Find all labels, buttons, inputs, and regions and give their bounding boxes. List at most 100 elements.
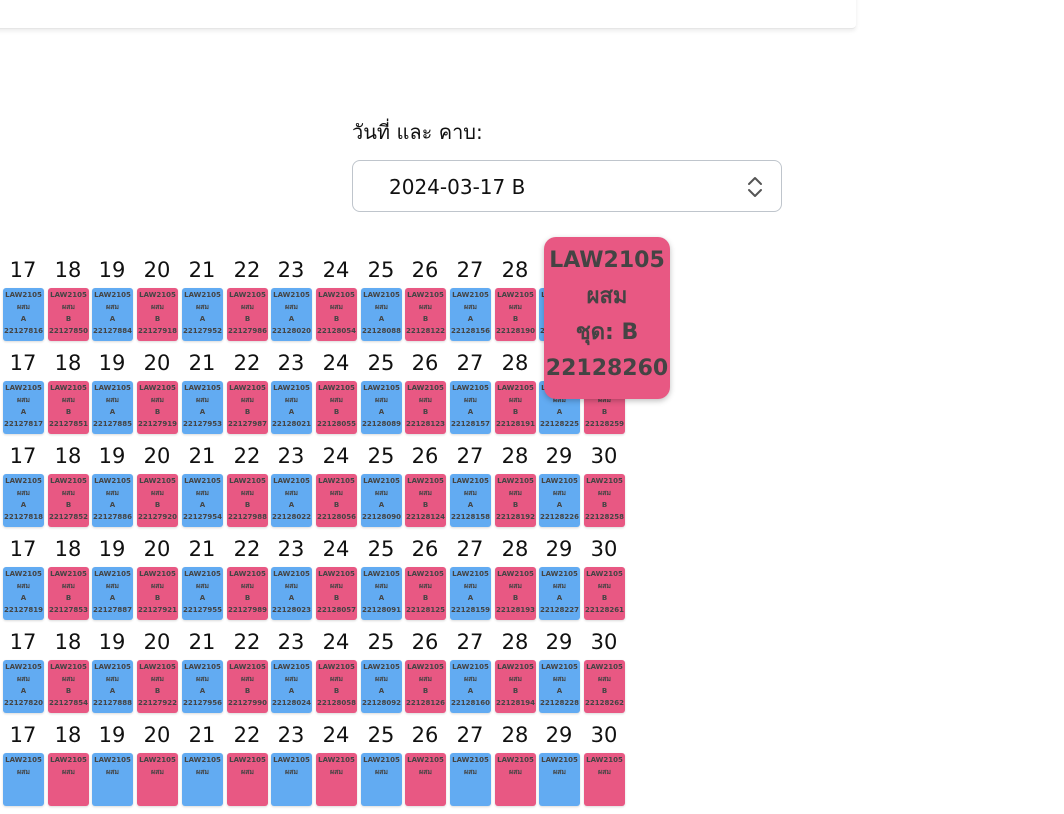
seat-tile[interactable]: LAW2105 ผสม A 22128228: [539, 660, 580, 713]
seat-tile[interactable]: LAW2105 ผสม: [316, 753, 357, 806]
seat-tile[interactable]: LAW2105 ผสม B 22127919: [137, 381, 178, 434]
seat-tile[interactable]: LAW2105 ผสม A 22128158: [450, 474, 491, 527]
seat-tile[interactable]: LAW2105 ผสม A 22127818: [3, 474, 44, 527]
seat-tile[interactable]: LAW2105 ผสม B 22127851: [48, 381, 89, 434]
seat-tile[interactable]: LAW2105 ผสม B 22128194: [495, 660, 536, 713]
tile-course-type: ผสม: [196, 675, 209, 683]
tile-set: A: [20, 594, 27, 602]
seat-tile[interactable]: LAW2105 ผสม A 22128088: [361, 288, 402, 341]
seat-tile[interactable]: LAW2105 ผสม: [92, 753, 133, 806]
seat-tile[interactable]: LAW2105 ผสม A 22128089: [361, 381, 402, 434]
seat-tile[interactable]: LAW2105 ผสม B 22128190: [495, 288, 536, 341]
seat-tile[interactable]: LAW2105 ผสม: [3, 753, 44, 806]
seat-number: 25: [367, 351, 395, 375]
seat-tile[interactable]: LAW2105 ผสม: [182, 753, 223, 806]
seat-tile[interactable]: LAW2105 ผสม A 22128226: [539, 474, 580, 527]
seat-number: 23: [277, 630, 305, 654]
seat-tile[interactable]: LAW2105 ผสม B 22128125: [405, 567, 446, 620]
seat-tile[interactable]: LAW2105 ผสม B 22127918: [137, 288, 178, 341]
seat-tile[interactable]: LAW2105 ผสม: [495, 753, 536, 806]
seat-tile[interactable]: LAW2105 ผสม B 22128261: [584, 567, 625, 620]
seat-tile[interactable]: LAW2105 ผสม: [48, 753, 89, 806]
seat-tile[interactable]: LAW2105 ผสม B 22127854: [48, 660, 89, 713]
seat-tile[interactable]: LAW2105 ผสม B 22128258: [584, 474, 625, 527]
seat-tile[interactable]: LAW2105 ผสม A 22128092: [361, 660, 402, 713]
tile-set: B: [422, 408, 429, 416]
seat-tile[interactable]: LAW2105 ผสม A 22128023: [271, 567, 312, 620]
seat-tile[interactable]: LAW2105 ผสม A 22128024: [271, 660, 312, 713]
tile-course-code: LAW2105: [318, 570, 355, 578]
seat-tile[interactable]: LAW2105 ผสม A 22128157: [450, 381, 491, 434]
seat-tile[interactable]: LAW2105 ผสม A 22127955: [182, 567, 223, 620]
tile-course-code: LAW2105: [229, 477, 266, 485]
seat-tile[interactable]: LAW2105 ผสม: [227, 753, 268, 806]
seat-tile[interactable]: LAW2105 ผสม: [137, 753, 178, 806]
seat-tile[interactable]: LAW2105 ผสม B 22127850: [48, 288, 89, 341]
seat-tile[interactable]: LAW2105 ผสม B 22127986: [227, 288, 268, 341]
seat-tile[interactable]: LAW2105 ผสม B 22127920: [137, 474, 178, 527]
seat-tile[interactable]: LAW2105 ผสม A 22127956: [182, 660, 223, 713]
seat-tile[interactable]: LAW2105 ผสม A 22127885: [92, 381, 133, 434]
seat-tile[interactable]: LAW2105 ผสม B 22127989: [227, 567, 268, 620]
seat-tile[interactable]: LAW2105 ผสม A 22127819: [3, 567, 44, 620]
seat-tile[interactable]: LAW2105 ผสม B 22128056: [316, 474, 357, 527]
seat-tile[interactable]: LAW2105 ผสม A 22128021: [271, 381, 312, 434]
seat-tile[interactable]: LAW2105 ผสม A 22128160: [450, 660, 491, 713]
seat-tile[interactable]: LAW2105 ผสม B 22128124: [405, 474, 446, 527]
seat-tile[interactable]: LAW2105 ผสม B 22128055: [316, 381, 357, 434]
seat-tile[interactable]: LAW2105 ผสม B 22127852: [48, 474, 89, 527]
seat-tile[interactable]: LAW2105 ผสม B 22128058: [316, 660, 357, 713]
seat-tile[interactable]: LAW2105 ผสม B 22128192: [495, 474, 536, 527]
seat-tile[interactable]: LAW2105 ผสม A 22128022: [271, 474, 312, 527]
seat-tile[interactable]: LAW2105 ผสม B 22128191: [495, 381, 536, 434]
seat-tile[interactable]: LAW2105 ผสม A 22127816: [3, 288, 44, 341]
seat-tile[interactable]: LAW2105 ผสม A 22127817: [3, 381, 44, 434]
seat-tile[interactable]: LAW2105 ผสม B 22127921: [137, 567, 178, 620]
seat-tile[interactable]: LAW2105 ผสม A 22127884: [92, 288, 133, 341]
tile-set: B: [154, 501, 161, 509]
seat-tile[interactable]: LAW2105 ผสม: [361, 753, 402, 806]
seat-tile[interactable]: LAW2105 ผสม B 22127987: [227, 381, 268, 434]
seat-tile[interactable]: LAW2105 ผสม B 22128262: [584, 660, 625, 713]
seat-tile[interactable]: LAW2105 ผสม A 22128091: [361, 567, 402, 620]
seat-tile[interactable]: LAW2105 ผสม A 22128020: [271, 288, 312, 341]
seat-tile[interactable]: LAW2105 ผสม A 22127820: [3, 660, 44, 713]
seat-tile[interactable]: LAW2105 ผสม: [271, 753, 312, 806]
seat-cell: 17 LAW2105 ผสม A 22127817: [2, 349, 44, 442]
seat-tile[interactable]: LAW2105 ผสม: [584, 753, 625, 806]
seat-number: 24: [322, 630, 350, 654]
seat-tile[interactable]: LAW2105 ผสม A 22128156: [450, 288, 491, 341]
tile-student-id: 22128021: [272, 420, 311, 428]
seat-tile[interactable]: LAW2105 ผสม B 22128123: [405, 381, 446, 434]
seat-tile[interactable]: LAW2105 ผสม B 22128054: [316, 288, 357, 341]
seat-tile[interactable]: LAW2105 ผสม B 22128126: [405, 660, 446, 713]
seat-tile[interactable]: LAW2105 ผสม B 22128057: [316, 567, 357, 620]
tile-course-type: ผสม: [375, 675, 388, 683]
seat-tile[interactable]: LAW2105 ผสม B 22127922: [137, 660, 178, 713]
seat-tile[interactable]: LAW2105 ผสม A 22128090: [361, 474, 402, 527]
seat-cell: 26 LAW2105 ผสม: [404, 721, 446, 814]
tile-course-type: ผสม: [464, 303, 477, 311]
seat-tile[interactable]: LAW2105 ผสม A 22128227: [539, 567, 580, 620]
seat-number: 19: [98, 444, 126, 468]
seat-tile[interactable]: LAW2105 ผสม: [539, 753, 580, 806]
seat-tile[interactable]: LAW2105 ผสม A 22127954: [182, 474, 223, 527]
seat-tile[interactable]: LAW2105 ผสม A 22127887: [92, 567, 133, 620]
seat-cell: 19 LAW2105 ผสม A 22127888: [91, 628, 133, 721]
seat-cell: 24 LAW2105 ผสม B 22128055: [315, 349, 357, 442]
seat-tile[interactable]: LAW2105 ผสม A 22127888: [92, 660, 133, 713]
seat-tile[interactable]: LAW2105 ผสม A 22128159: [450, 567, 491, 620]
date-period-select[interactable]: 2024-03-17 B: [352, 160, 782, 212]
seat-tile[interactable]: LAW2105 ผสม B 22128122: [405, 288, 446, 341]
seat-tile[interactable]: LAW2105 ผสม: [450, 753, 491, 806]
seat-tile[interactable]: LAW2105 ผสม A 22127952: [182, 288, 223, 341]
seat-tile[interactable]: LAW2105 ผสม B 22128193: [495, 567, 536, 620]
seat-tile[interactable]: LAW2105 ผสม B 22127990: [227, 660, 268, 713]
seat-tile[interactable]: LAW2105 ผสม: [405, 753, 446, 806]
seat-tile[interactable]: LAW2105 ผสม A 22127953: [182, 381, 223, 434]
seat-tile[interactable]: LAW2105 ผสม B 22127853: [48, 567, 89, 620]
tile-course-code: LAW2105: [139, 291, 176, 299]
seat-tile[interactable]: LAW2105 ผสม B 22127988: [227, 474, 268, 527]
seat-tile[interactable]: LAW2105 ผสม A 22127886: [92, 474, 133, 527]
seat-cell: 20 LAW2105 ผสม: [136, 721, 178, 814]
